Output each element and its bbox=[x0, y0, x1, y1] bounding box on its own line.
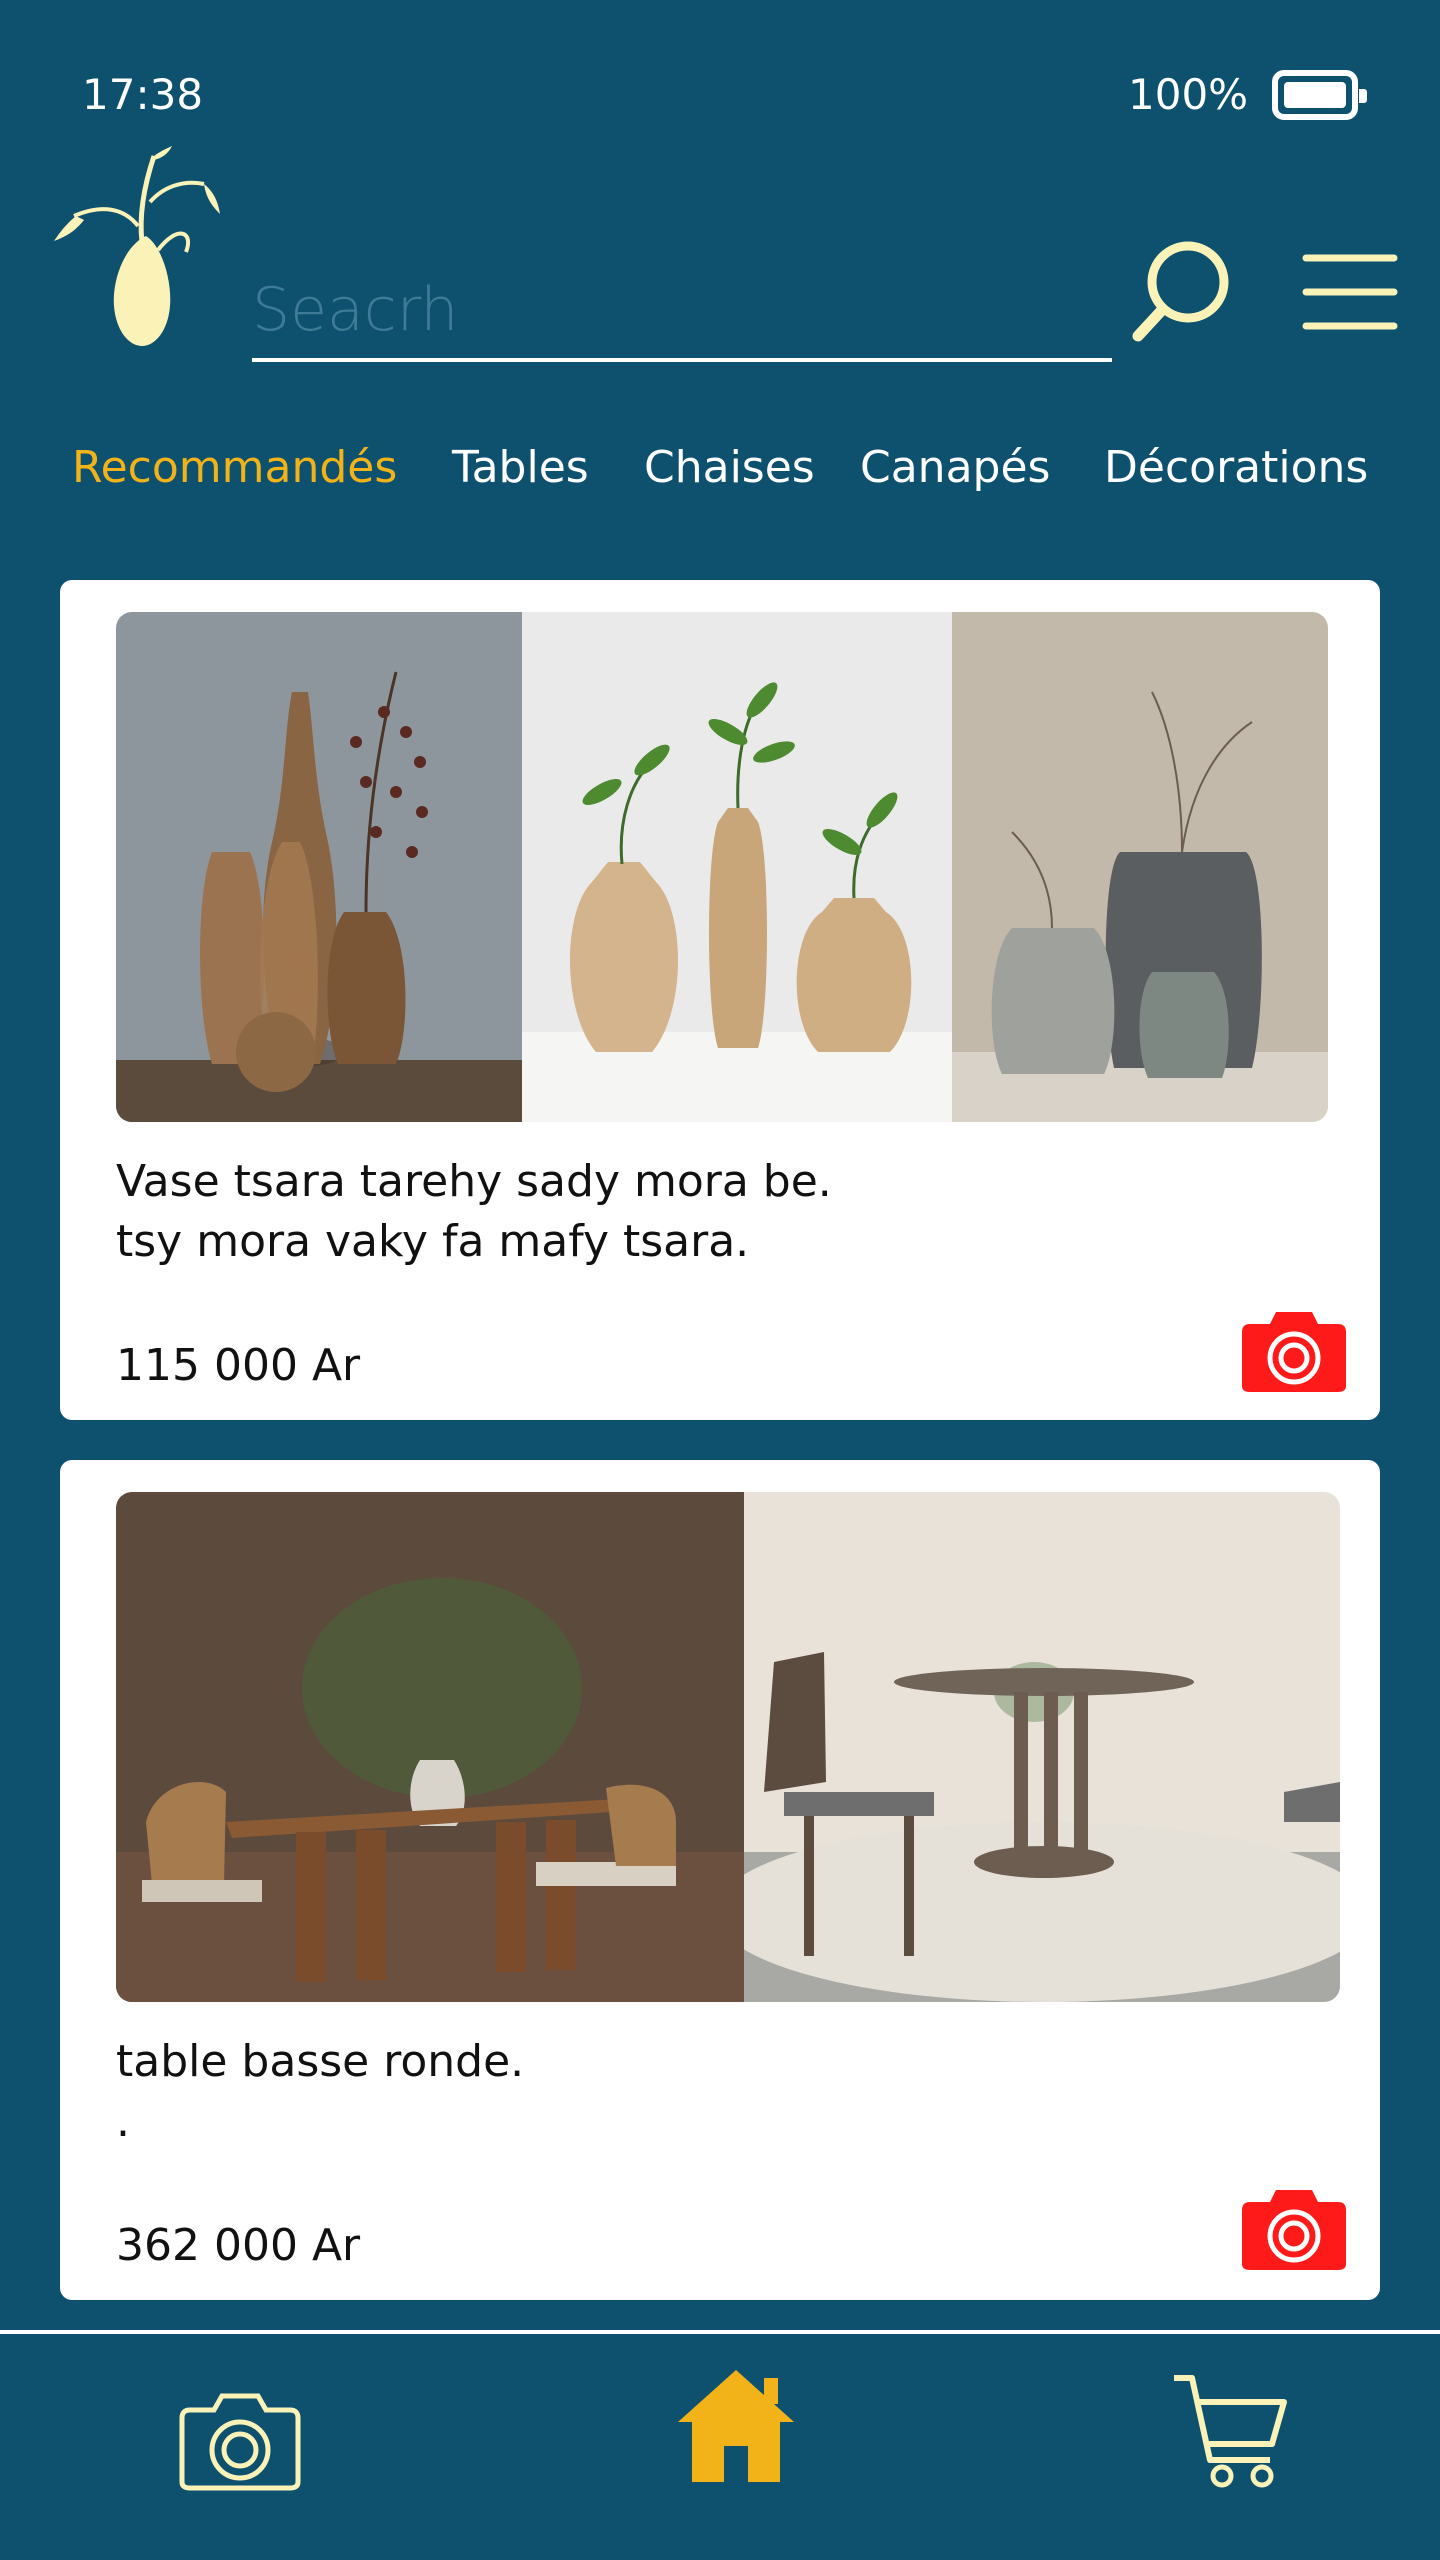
product-card[interactable]: table basse ronde. . 362 000 Ar bbox=[60, 1460, 1380, 2300]
tab-chaises[interactable]: Chaises bbox=[644, 442, 815, 493]
cart-icon[interactable] bbox=[1170, 2372, 1290, 2492]
tab-decorations[interactable]: Décorations bbox=[1104, 442, 1368, 493]
camera-icon[interactable] bbox=[178, 2392, 302, 2492]
status-time: 17:38 bbox=[82, 70, 204, 119]
battery-percent: 100% bbox=[1128, 70, 1249, 119]
search-input[interactable] bbox=[252, 262, 1112, 362]
product-photo bbox=[116, 612, 522, 1122]
camera-icon[interactable] bbox=[1240, 2186, 1348, 2272]
product-description: Vase tsara tarehy sady mora be. tsy mora… bbox=[116, 1152, 832, 1272]
product-price: 115 000 Ar bbox=[116, 1340, 361, 1391]
bottom-navigation bbox=[0, 2330, 1440, 2560]
vase-logo-icon bbox=[54, 146, 220, 346]
tab-canapes[interactable]: Canapés bbox=[860, 442, 1050, 493]
product-photos bbox=[116, 612, 1328, 1122]
tab-tables[interactable]: Tables bbox=[452, 442, 589, 493]
product-price: 362 000 Ar bbox=[116, 2220, 361, 2271]
description-line: Vase tsara tarehy sady mora be. bbox=[116, 1156, 832, 1207]
product-photo bbox=[744, 1492, 1340, 2002]
description-line: tsy mora vaky fa mafy tsara. bbox=[116, 1216, 750, 1267]
battery-icon bbox=[1272, 70, 1367, 120]
tab-recommandes[interactable]: Recommandés bbox=[72, 442, 397, 493]
camera-icon[interactable] bbox=[1240, 1308, 1348, 1394]
category-tabs: Recommandés Tables Chaises Canapés Décor… bbox=[72, 442, 1392, 512]
product-card[interactable]: Vase tsara tarehy sady mora be. tsy mora… bbox=[60, 580, 1380, 1420]
menu-icon[interactable] bbox=[1302, 252, 1398, 332]
product-photo bbox=[952, 612, 1328, 1122]
search-icon[interactable] bbox=[1130, 238, 1230, 342]
description-line: table basse ronde. bbox=[116, 2036, 525, 2087]
home-icon[interactable] bbox=[676, 2366, 796, 2486]
product-photo bbox=[116, 1492, 744, 2002]
description-line: . bbox=[116, 2096, 130, 2147]
product-description: table basse ronde. . bbox=[116, 2032, 524, 2152]
product-photos bbox=[116, 1492, 1340, 2002]
product-photo bbox=[522, 612, 952, 1122]
